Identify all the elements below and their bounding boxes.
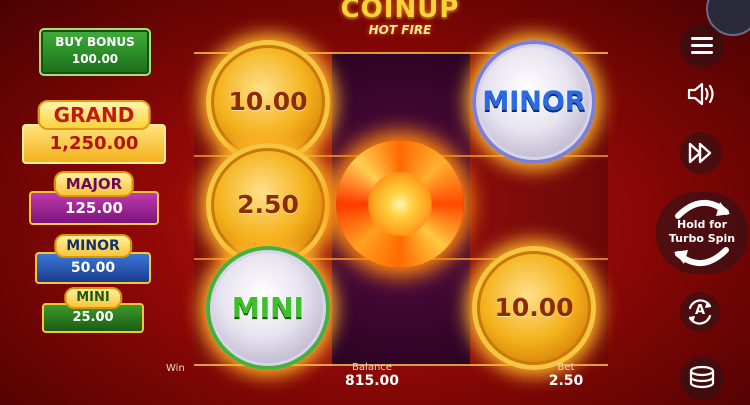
bet-display[interactable]: Bet 2.50 (534, 362, 598, 389)
balance-label: Balance (352, 362, 392, 373)
jackpot-grand-value: 1,250.00 (22, 124, 166, 164)
speaker-icon (687, 82, 714, 106)
fast-forward-icon (688, 142, 712, 164)
buy-bonus-button[interactable]: BUY BONUS 100.00 (39, 28, 151, 76)
autoplay-button[interactable]: A (680, 292, 720, 332)
quick-spin-button[interactable] (680, 132, 722, 174)
jackpot-grand: 1,250.00 GRAND (22, 100, 166, 164)
menu-button[interactable] (680, 24, 724, 68)
jackpot-grand-label: GRAND (37, 100, 151, 130)
coin-mini-text: MINI (231, 291, 305, 324)
sound-button[interactable] (683, 78, 719, 110)
game-logo: COINUP HOT FIRE (330, 0, 470, 42)
coin-value-text: 2.50 (237, 190, 299, 219)
spin-hint-text: Hold for Turbo Spin (656, 218, 748, 246)
fireball-symbol (336, 140, 464, 268)
menu-icon-bar (691, 44, 713, 47)
buy-bonus-label: BUY BONUS (55, 35, 135, 49)
menu-icon-bar (691, 51, 713, 54)
buy-bonus-price: 100.00 (71, 52, 119, 66)
jackpot-major-label: MAJOR (53, 171, 135, 197)
spin-hint-line1: Hold for (676, 218, 727, 231)
coin-stack-icon (689, 365, 715, 389)
jackpot-minor: 50.00 MINOR (35, 234, 151, 284)
spin-hint-line2: Turbo Spin (668, 232, 736, 245)
balance-value: 815.00 (344, 373, 400, 389)
balance-display: Balance 815.00 (330, 362, 414, 389)
logo-title: COINUP (340, 0, 460, 24)
autoplay-letter: A (694, 303, 706, 318)
jackpot-mini-label: MINI (64, 287, 122, 309)
spin-button[interactable]: Hold for Turbo Spin (656, 192, 748, 274)
jackpot-major: 125.00 MAJOR (29, 171, 159, 225)
jackpot-mini: 25.00 MINI (42, 287, 144, 333)
coin-mini-symbol: MINI (206, 246, 330, 370)
logo-subtitle: HOT FIRE (368, 23, 432, 37)
coin-value-text: 10.00 (494, 293, 574, 322)
coin-minor-symbol: MINOR (472, 40, 596, 164)
coin-value-symbol: 10.00 (472, 246, 596, 370)
bet-value: 2.50 (548, 373, 584, 389)
win-label: Win (166, 363, 185, 374)
bet-settings-button[interactable] (680, 356, 724, 400)
menu-icon (691, 37, 713, 40)
coin-value-text: 10.00 (228, 87, 308, 116)
bet-label: Bet (557, 362, 575, 373)
coin-minor-text: MINOR (482, 86, 586, 117)
jackpot-minor-label: MINOR (54, 234, 132, 258)
